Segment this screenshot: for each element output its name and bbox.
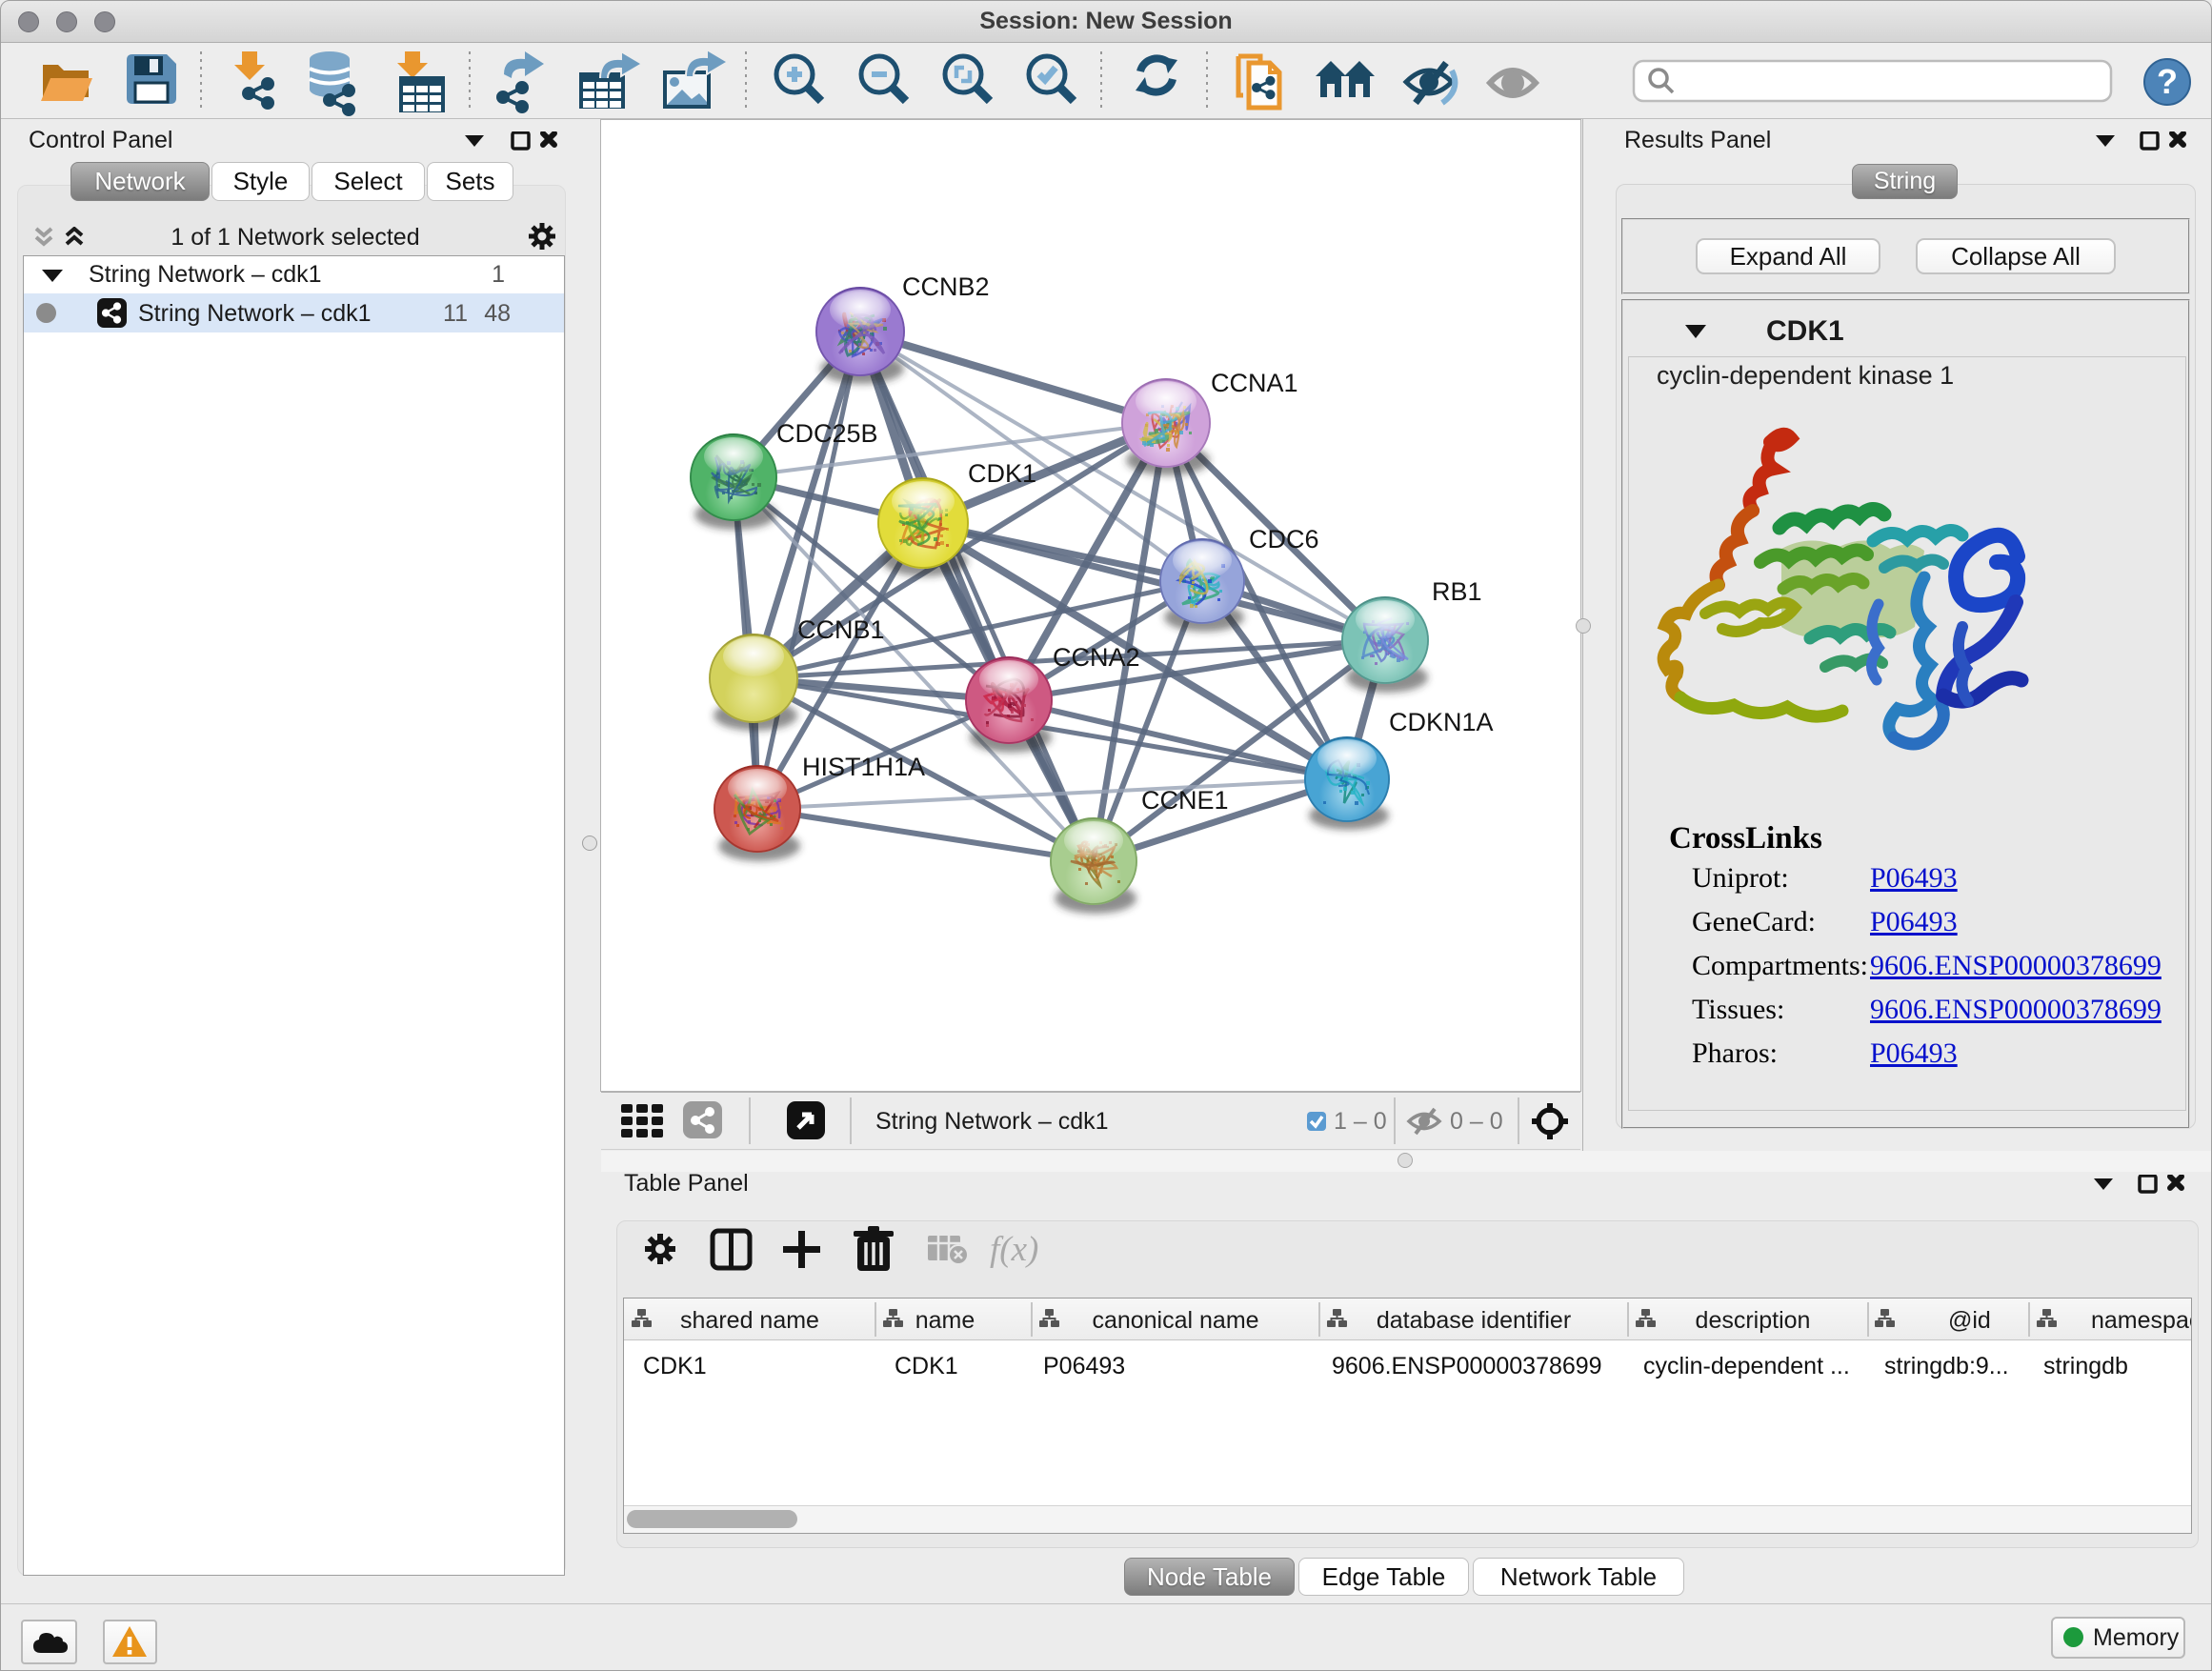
svg-text:RB1: RB1 <box>1432 577 1482 606</box>
svg-text:1 – 0: 1 – 0 <box>1334 1108 1387 1135</box>
svg-text:CDK1: CDK1 <box>643 1353 707 1379</box>
svg-text:stringdb:9...: stringdb:9... <box>1884 1353 2009 1379</box>
svg-text:database identifier: database identifier <box>1377 1307 1571 1334</box>
svg-text:f(x): f(x) <box>990 1230 1038 1269</box>
svg-text:P06493: P06493 <box>1043 1353 1125 1379</box>
svg-text:CCNE1: CCNE1 <box>1141 786 1229 815</box>
svg-text:canonical name: canonical name <box>1092 1307 1258 1334</box>
svg-text:?: ? <box>2157 62 2178 101</box>
svg-text:CCNA2: CCNA2 <box>1053 643 1140 672</box>
svg-text:HIST1H1A: HIST1H1A <box>802 753 925 781</box>
svg-text:CDK1: CDK1 <box>895 1353 958 1379</box>
svg-text:shared name: shared name <box>680 1307 819 1334</box>
svg-text:cyclin-dependent ...: cyclin-dependent ... <box>1643 1353 1850 1379</box>
svg-text:CDKN1A: CDKN1A <box>1389 708 1494 736</box>
svg-text:CDK1: CDK1 <box>968 459 1036 488</box>
svg-text:CDC25B: CDC25B <box>776 419 878 448</box>
svg-text:description: description <box>1696 1307 1811 1334</box>
svg-text:CCNB1: CCNB1 <box>797 615 885 644</box>
svg-text:0 – 0: 0 – 0 <box>1450 1108 1503 1135</box>
svg-text:name: name <box>915 1307 975 1334</box>
svg-text:CCNB2: CCNB2 <box>902 272 990 301</box>
svg-text:@id: @id <box>1948 1307 1991 1334</box>
svg-text:stringdb: stringdb <box>2043 1353 2128 1379</box>
svg-text:String Network – cdk1: String Network – cdk1 <box>875 1108 1109 1135</box>
svg-text:CDC6: CDC6 <box>1249 525 1319 554</box>
svg-text:namespac: namespac <box>2091 1307 2191 1334</box>
svg-text:9606.ENSP00000378699: 9606.ENSP00000378699 <box>1332 1353 1602 1379</box>
svg-text:CCNA1: CCNA1 <box>1211 369 1298 397</box>
